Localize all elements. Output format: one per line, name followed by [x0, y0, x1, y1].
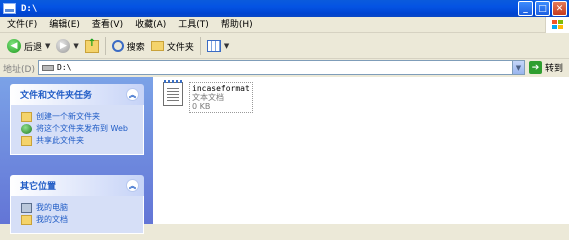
folders-label: 文件夹 [166, 42, 194, 53]
windows-flag-icon [552, 20, 563, 30]
maximize-button[interactable]: □ [535, 1, 550, 16]
views-button[interactable]: ▼ [204, 36, 232, 56]
chevron-down-icon[interactable]: ▼ [45, 42, 50, 50]
address-bar: 地址(D) D:\ ▼ ➔ 转到 [0, 60, 569, 76]
search-button[interactable]: 搜索 [109, 36, 148, 56]
place-label: 我的文档 [36, 215, 68, 224]
file-tasks-body: 创建一个新文件夹 将这个文件夹发布到 Web 共享此文件夹 [10, 105, 144, 155]
close-button[interactable]: ✕ [552, 1, 567, 16]
address-value: D:\ [57, 63, 72, 72]
file-meta: incaseformat 文本文档 0 KB [189, 82, 253, 113]
search-label: 搜索 [126, 42, 145, 53]
menu-help[interactable]: 帮助(H) [215, 17, 259, 33]
file-name: incaseformat [192, 84, 250, 93]
file-tasks-header[interactable]: 文件和文件夹任务 ︽ [10, 84, 144, 105]
file-item[interactable]: incaseformat 文本文档 0 KB [163, 80, 253, 113]
up-folder-icon [84, 38, 99, 53]
address-dropdown-button[interactable]: ▼ [512, 61, 524, 74]
menu-favorites[interactable]: 收藏(A) [129, 17, 172, 33]
file-tasks-panel: 文件和文件夹任务 ︽ 创建一个新文件夹 将这个文件夹发布到 Web 共享此文件夹 [10, 84, 144, 155]
file-type: 文本文档 [192, 93, 224, 102]
other-places-header[interactable]: 其它位置 ︽ [10, 175, 144, 196]
file-tasks-title: 文件和文件夹任务 [20, 91, 93, 101]
back-arrow-icon: ◀ [7, 39, 21, 53]
window-title: D:\ [21, 3, 38, 14]
computer-icon [21, 203, 32, 213]
menu-view[interactable]: 查看(V) [86, 17, 129, 33]
share-folder-icon [21, 136, 32, 146]
task-publish-web[interactable]: 将这个文件夹发布到 Web [21, 124, 143, 134]
folder-icon [150, 41, 164, 51]
other-places-body: 我的电脑 我的文档 [10, 196, 144, 234]
file-size: 0 KB [192, 102, 211, 111]
other-places-panel: 其它位置 ︽ 我的电脑 我的文档 [10, 175, 144, 234]
collapse-icon[interactable]: ︽ [126, 88, 139, 101]
chevron-down-icon[interactable]: ▼ [224, 42, 229, 50]
address-label: 地址(D) [3, 64, 35, 75]
back-button[interactable]: ◀ 后退 ▼ [4, 36, 53, 56]
other-places-title: 其它位置 [20, 182, 57, 192]
task-label: 创建一个新文件夹 [36, 112, 100, 121]
forward-arrow-icon: ▶ [56, 39, 71, 53]
collapse-icon[interactable]: ︽ [126, 179, 139, 192]
minimize-button[interactable]: _ [518, 1, 533, 16]
windows-logo [545, 17, 569, 33]
text-file-icon [163, 80, 183, 106]
task-new-folder[interactable]: 创建一个新文件夹 [21, 112, 143, 122]
go-label: 转到 [545, 64, 564, 74]
go-button[interactable]: ➔ 转到 [529, 61, 563, 74]
back-label: 后退 [24, 42, 43, 53]
window-controls: _ □ ✕ [518, 1, 567, 16]
toolbar-divider [199, 37, 201, 55]
menu-file[interactable]: 文件(F) [0, 17, 43, 33]
place-label: 我的电脑 [36, 203, 68, 212]
toolbar: ◀ 后退 ▼ ▶ ▼ 搜索 文件夹 ▼ [0, 34, 569, 59]
search-icon [111, 40, 124, 52]
place-my-computer[interactable]: 我的电脑 [21, 203, 143, 213]
forward-button[interactable]: ▶ ▼ [53, 36, 81, 56]
menu-tools[interactable]: 工具(T) [172, 17, 215, 33]
title-bar: D:\ _ □ ✕ [0, 0, 569, 17]
task-label: 将这个文件夹发布到 Web [36, 124, 128, 133]
file-view: incaseformat 文本文档 0 KB [153, 77, 569, 224]
drive-icon [42, 64, 54, 71]
documents-folder-icon [21, 215, 32, 225]
address-input[interactable]: D:\ ▼ [38, 60, 525, 75]
menu-bar: 文件(F) 编辑(E) 查看(V) 收藏(A) 工具(T) 帮助(H) [0, 17, 569, 33]
chevron-down-icon[interactable]: ▼ [73, 42, 78, 50]
task-share-folder[interactable]: 共享此文件夹 [21, 136, 143, 146]
place-my-documents[interactable]: 我的文档 [21, 215, 143, 225]
folders-button[interactable]: 文件夹 [148, 36, 197, 56]
globe-icon [21, 124, 32, 134]
views-icon [206, 40, 221, 52]
toolbar-divider [104, 37, 106, 55]
go-arrow-icon: ➔ [529, 61, 542, 74]
up-folder-button[interactable] [82, 36, 102, 56]
task-label: 共享此文件夹 [36, 136, 84, 145]
task-pane: 文件和文件夹任务 ︽ 创建一个新文件夹 将这个文件夹发布到 Web 共享此文件夹… [0, 77, 153, 234]
menu-edit[interactable]: 编辑(E) [43, 17, 86, 33]
new-folder-icon [21, 112, 32, 122]
folder-window-icon [3, 3, 16, 14]
